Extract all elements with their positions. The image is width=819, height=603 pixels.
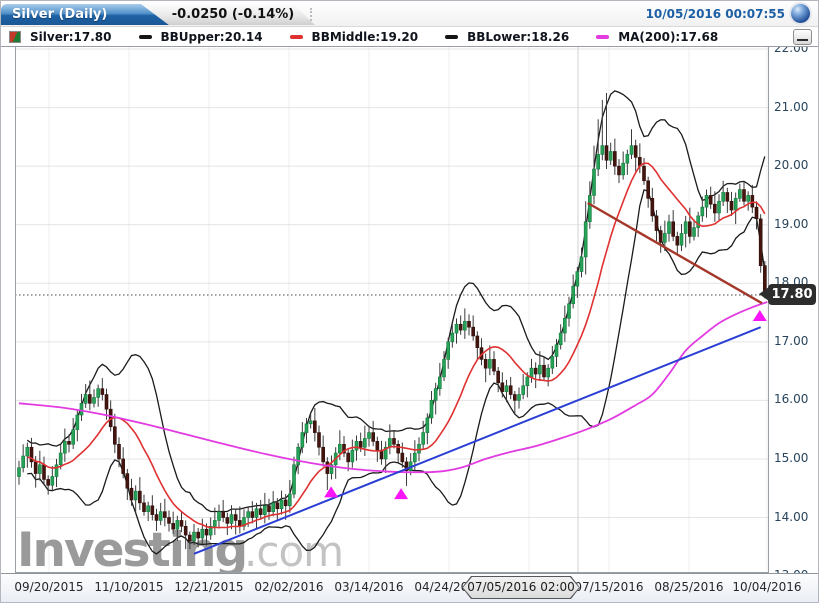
legend-item-ma-200-[interactable]: MA(200):17.68	[596, 30, 718, 44]
y-axis-label: 21.00	[774, 100, 818, 114]
price-tag-arrow-icon	[759, 287, 769, 301]
chart-window: Silver (Daily) -0.0250 (-0.14%) 10/05/20…	[0, 0, 819, 603]
y-axis-label: 16.00	[774, 392, 818, 406]
chart-plot-area[interactable]: Investing.com	[1, 1, 819, 603]
candles	[18, 93, 767, 549]
legend-item-bbupper[interactable]: BBUpper:20.14	[139, 30, 263, 44]
signal-triangle-marker	[394, 488, 408, 499]
line-swatch-icon	[139, 35, 152, 39]
x-axis-bar: 09/20/201511/10/201512/21/201502/02/2016…	[1, 573, 818, 603]
legend-item-bbmiddle[interactable]: BBMiddle:19.20	[290, 30, 419, 44]
minimize-button[interactable]	[793, 29, 812, 45]
legend-label: BBLower:18.26	[467, 30, 569, 44]
series	[15, 91, 769, 554]
legend-label: BBUpper:20.14	[161, 30, 263, 44]
y-axis-label: 14.00	[774, 510, 818, 524]
tab-bar: Silver (Daily) -0.0250 (-0.14%) 10/05/20…	[1, 1, 818, 26]
line-swatch-icon	[290, 35, 303, 39]
watermark: Investing.com	[17, 523, 343, 578]
bb-upper-line	[27, 91, 765, 512]
line-swatch-icon	[445, 35, 458, 39]
brand-sphere-icon[interactable]	[791, 4, 810, 23]
x-axis-label: 10/04/2016	[717, 580, 817, 594]
bb-lower-line	[27, 190, 765, 554]
legend-bar: Silver:17.80 BBUpper:20.14 BBMiddle:19.20 B…	[1, 26, 818, 47]
change-value: -0.0250 (-0.14%)	[172, 7, 294, 22]
y-axis-label: 17.00	[774, 334, 818, 348]
minimize-icon	[797, 39, 808, 41]
y-axis-label: 20.00	[774, 158, 818, 172]
legend-item-silver[interactable]: Silver:17.80	[9, 30, 112, 44]
change-tab: -0.0250 (-0.14%)	[141, 4, 315, 25]
crosshair-date-text: 07/05/2016 02:00	[463, 577, 579, 598]
signal-triangle-marker	[753, 310, 767, 321]
legend-items: Silver:17.80 BBUpper:20.14 BBMiddle:19.20 B…	[1, 30, 745, 44]
instrument-title: Silver (Daily)	[12, 7, 107, 22]
y-axis-label: 19.00	[774, 217, 818, 231]
legend-item-bblower[interactable]: BBLower:18.26	[445, 30, 569, 44]
legend-label: Silver:17.80	[30, 30, 112, 44]
line-swatch-icon	[596, 35, 609, 39]
datetime-label: 10/05/2016 00:07:55	[646, 7, 785, 21]
y-axis-label: 15.00	[774, 451, 818, 465]
crosshair-date-tooltip: 07/05/2016 02:00	[462, 576, 580, 599]
tab-divider	[310, 8, 312, 21]
candlestick-swatch-icon	[9, 31, 21, 43]
legend-label: BBMiddle:19.20	[312, 30, 419, 44]
last-price-tag: 17.80	[768, 284, 816, 305]
signal-triangle-marker	[324, 486, 338, 497]
legend-label: MA(200):17.68	[618, 30, 718, 44]
price-tag-value: 17.80	[771, 287, 812, 302]
